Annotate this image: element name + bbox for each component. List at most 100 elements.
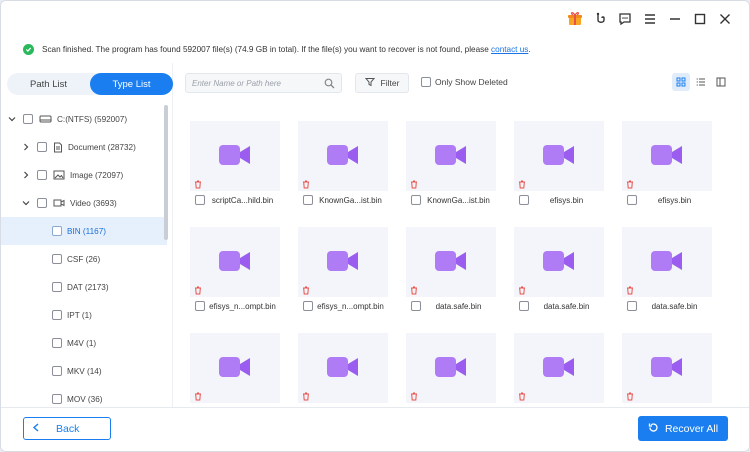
only-show-deleted-checkbox[interactable] xyxy=(421,77,431,87)
subtype-checkbox[interactable] xyxy=(52,310,62,320)
file-card[interactable]: data.safe.bin xyxy=(609,207,717,313)
file-name: data.safe.bin xyxy=(543,301,590,311)
subtype-checkbox[interactable] xyxy=(52,338,62,348)
chevron-right-icon[interactable] xyxy=(21,171,31,179)
tab-type-list[interactable]: Type List xyxy=(90,73,173,95)
video-file-icon xyxy=(327,355,359,381)
subtype-checkbox[interactable] xyxy=(52,394,62,404)
chevron-right-icon[interactable] xyxy=(21,143,31,151)
video-file-icon xyxy=(543,143,575,169)
back-button[interactable]: Back xyxy=(23,417,111,440)
search-icon[interactable] xyxy=(324,78,335,91)
video-file-icon xyxy=(543,249,575,275)
file-checkbox[interactable] xyxy=(303,195,313,205)
file-card[interactable] xyxy=(285,313,393,407)
file-card[interactable]: KnownGa...ist.bin xyxy=(393,101,501,207)
file-card[interactable] xyxy=(177,313,285,407)
file-thumbnail[interactable] xyxy=(514,333,604,403)
file-checkbox[interactable] xyxy=(195,195,205,205)
file-card[interactable]: efisys_n...ompt.bin xyxy=(285,207,393,313)
file-thumbnail[interactable] xyxy=(406,121,496,191)
file-checkbox[interactable] xyxy=(627,301,637,311)
file-card[interactable]: KnownGa...ist.bin xyxy=(285,101,393,207)
recover-all-button[interactable]: Recover All xyxy=(638,416,728,441)
image-checkbox[interactable] xyxy=(37,170,47,180)
file-thumbnail[interactable] xyxy=(622,121,712,191)
document-checkbox[interactable] xyxy=(37,142,47,152)
tree-node-subtype[interactable]: M4V (1) xyxy=(1,329,167,357)
file-thumbnail[interactable] xyxy=(406,227,496,297)
chat-icon[interactable] xyxy=(617,11,633,27)
list-view-icon[interactable] xyxy=(692,73,710,91)
list-mode-toggle: Path List Type List xyxy=(7,73,173,95)
close-icon[interactable] xyxy=(717,11,733,27)
file-grid: scriptCa...hild.bin KnownGa...ist.bin Know… xyxy=(177,101,749,407)
file-thumbnail[interactable] xyxy=(622,333,712,403)
tree-node-subtype[interactable]: IPT (1) xyxy=(1,301,167,329)
file-thumbnail[interactable] xyxy=(622,227,712,297)
file-checkbox[interactable] xyxy=(411,301,421,311)
file-card[interactable]: efisys.bin xyxy=(609,101,717,207)
file-card[interactable]: efisys.bin xyxy=(501,101,609,207)
subtype-checkbox[interactable] xyxy=(52,366,62,376)
detail-view-icon[interactable] xyxy=(712,73,730,91)
tree-node-subtype[interactable]: BIN (1167) xyxy=(1,217,167,245)
file-card[interactable] xyxy=(501,313,609,407)
file-checkbox[interactable] xyxy=(303,301,313,311)
tree-node-subtype[interactable]: MKV (14) xyxy=(1,357,167,385)
file-checkbox[interactable] xyxy=(519,195,529,205)
deleted-trash-icon xyxy=(518,286,526,297)
tree-scrollbar-thumb[interactable] xyxy=(164,105,168,240)
chevron-down-icon[interactable] xyxy=(21,199,31,207)
feedback-icon[interactable] xyxy=(592,11,608,27)
search-input[interactable] xyxy=(192,78,322,88)
file-thumbnail[interactable] xyxy=(298,121,388,191)
subtype-label: MKV (14) xyxy=(67,366,102,376)
file-thumbnail[interactable] xyxy=(190,227,280,297)
tree-node-subtype[interactable]: CSF (26) xyxy=(1,245,167,273)
file-thumbnail[interactable] xyxy=(190,121,280,191)
tree-node-subtype[interactable]: DAT (2173) xyxy=(1,273,167,301)
filter-button[interactable]: Filter xyxy=(355,73,409,93)
file-card[interactable]: data.safe.bin xyxy=(393,207,501,313)
file-card[interactable] xyxy=(609,313,717,407)
file-thumbnail[interactable] xyxy=(298,227,388,297)
video-checkbox[interactable] xyxy=(37,198,47,208)
chevron-down-icon[interactable] xyxy=(7,115,17,123)
file-card[interactable]: scriptCa...hild.bin xyxy=(177,101,285,207)
deleted-trash-icon xyxy=(194,180,202,191)
grid-view-icon[interactable] xyxy=(672,73,690,91)
image-icon xyxy=(53,170,65,180)
file-thumbnail[interactable] xyxy=(406,333,496,403)
file-card[interactable]: data.safe.bin xyxy=(501,207,609,313)
drive-checkbox[interactable] xyxy=(23,114,33,124)
tree-node-document[interactable]: Document (28732) xyxy=(1,133,167,161)
image-label: Image (72097) xyxy=(70,170,124,180)
subtype-checkbox[interactable] xyxy=(52,282,62,292)
tree-node-image[interactable]: Image (72097) xyxy=(1,161,167,189)
contact-us-link[interactable]: contact us xyxy=(491,45,528,54)
tree-node-drive[interactable]: C:(NTFS) (592007) xyxy=(1,105,167,133)
maximize-icon[interactable] xyxy=(692,11,708,27)
subtype-checkbox[interactable] xyxy=(52,254,62,264)
file-checkbox[interactable] xyxy=(411,195,421,205)
file-thumbnail[interactable] xyxy=(514,121,604,191)
subtype-checkbox[interactable] xyxy=(52,226,62,236)
file-thumbnail[interactable] xyxy=(298,333,388,403)
file-checkbox[interactable] xyxy=(195,301,205,311)
file-checkbox[interactable] xyxy=(519,301,529,311)
deleted-trash-icon xyxy=(302,286,310,297)
menu-icon[interactable] xyxy=(642,11,658,27)
file-thumbnail[interactable] xyxy=(514,227,604,297)
deleted-trash-icon xyxy=(410,180,418,191)
tree-scrollbar[interactable] xyxy=(164,105,168,408)
file-card[interactable]: efisys_n...ompt.bin xyxy=(177,207,285,313)
tab-path-list[interactable]: Path List xyxy=(7,73,90,95)
file-card[interactable] xyxy=(393,313,501,407)
file-checkbox[interactable] xyxy=(627,195,637,205)
tree-node-video[interactable]: Video (3693) xyxy=(1,189,167,217)
minimize-icon[interactable] xyxy=(667,11,683,27)
only-show-deleted-toggle[interactable]: Only Show Deleted xyxy=(421,77,508,87)
file-thumbnail[interactable] xyxy=(190,333,280,403)
gift-icon[interactable] xyxy=(567,11,583,27)
